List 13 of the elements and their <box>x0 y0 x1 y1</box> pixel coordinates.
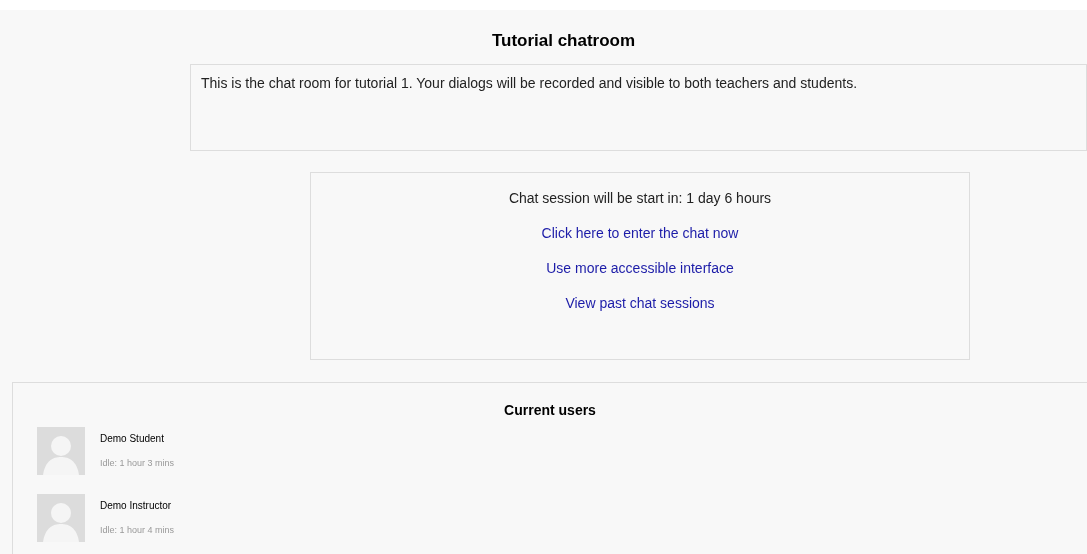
avatar-icon <box>37 426 85 475</box>
page-title: Tutorial chatroom <box>491 30 636 52</box>
session-link[interactable]: Click here to enter the chat now <box>541 222 739 244</box>
avatar-icon <box>37 493 85 542</box>
section-heading: Current users <box>504 400 596 420</box>
user-name: Demo Student <box>100 431 165 446</box>
idle-time: Idle: 1 hour 3 mins <box>100 456 175 470</box>
description-box: This is the chat room for tutorial 1. Your dialogs will be recorded and visible to both teachers and students. <box>190 63 1087 151</box>
session-status: Chat session will be start in: 1 day 6 hours <box>508 188 772 208</box>
idle-time: Idle: 1 hour 4 mins <box>100 523 175 537</box>
session-link[interactable]: View past chat sessions <box>565 292 715 314</box>
session-link[interactable]: Use more accessible interface <box>546 257 734 279</box>
user-name: Demo Instructor <box>100 498 173 513</box>
